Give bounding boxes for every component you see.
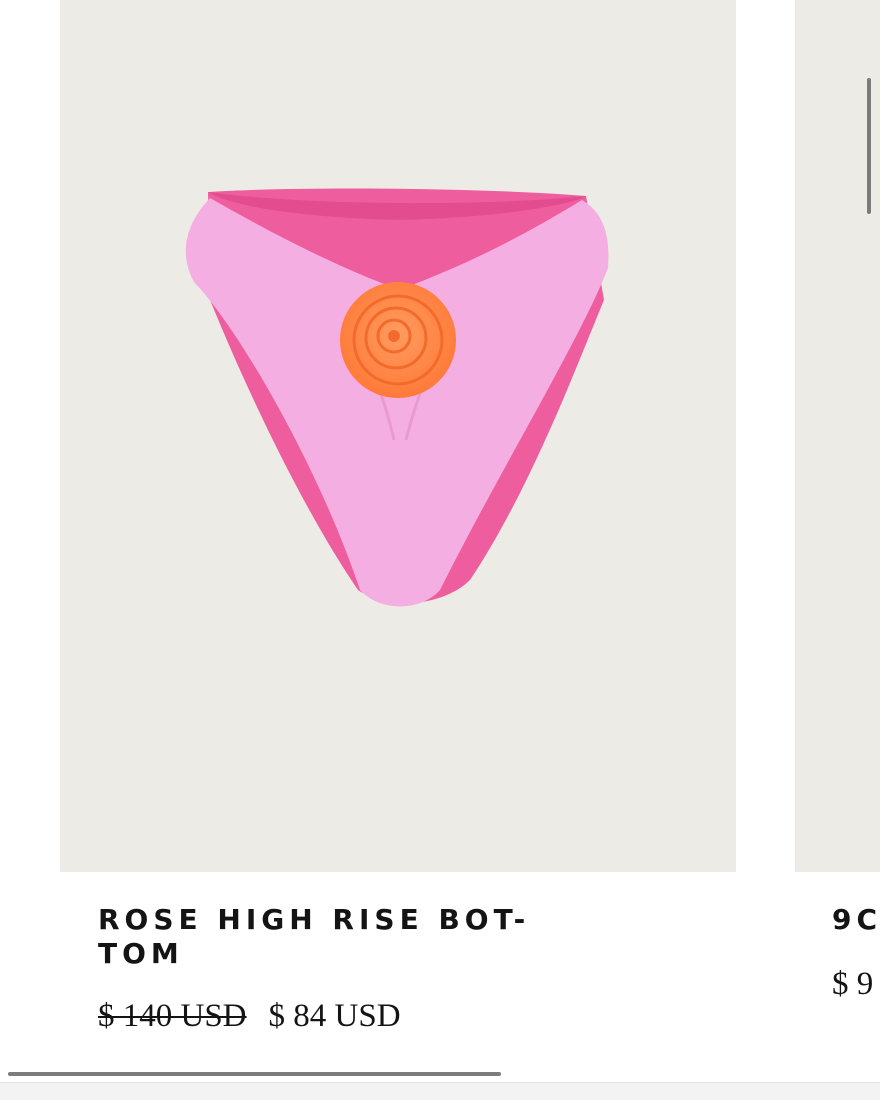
horizontal-scrollbar[interactable] bbox=[0, 1068, 880, 1078]
next-product-gallery-scrollbar[interactable] bbox=[867, 78, 871, 214]
sale-price: $ 84 USD bbox=[268, 998, 401, 1034]
product-image-link[interactable] bbox=[60, 0, 736, 872]
product-carousel[interactable]: ROSE HIGH RISE BOT- TOM $ 140 USD $ 84 US… bbox=[0, 0, 880, 1080]
next-product-title[interactable]: 9C bbox=[832, 903, 880, 937]
product-title[interactable]: ROSE HIGH RISE BOT- TOM bbox=[98, 903, 678, 971]
product-title-line-1: ROSE HIGH RISE BOT- bbox=[98, 903, 531, 936]
product-title-line-2: TOM bbox=[98, 937, 184, 970]
product-price: $ 140 USD $ 84 USD bbox=[98, 996, 401, 1036]
compare-at-price: $ 140 USD bbox=[98, 998, 247, 1034]
product-photo bbox=[185, 188, 609, 607]
rosette-appliqué bbox=[340, 282, 456, 398]
next-product-price: $ 9 bbox=[832, 966, 874, 1002]
horizontal-scrollbar-thumb[interactable] bbox=[8, 1072, 501, 1076]
bottom-toolbar bbox=[0, 1082, 880, 1100]
